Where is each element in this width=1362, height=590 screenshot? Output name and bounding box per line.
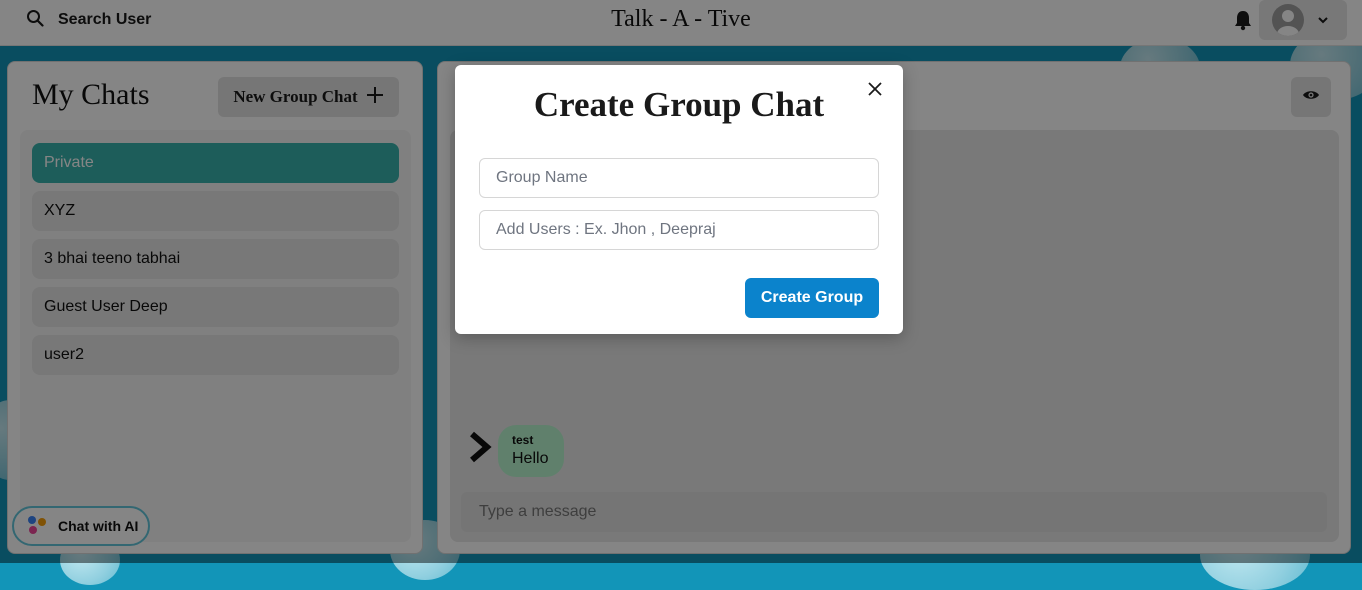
- add-users-input[interactable]: [479, 210, 879, 250]
- create-group-modal: Create Group Chat Create Group: [455, 65, 903, 334]
- close-icon[interactable]: [863, 77, 887, 101]
- group-name-input[interactable]: [479, 158, 879, 198]
- modal-title: Create Group Chat: [533, 85, 825, 124]
- create-group-button[interactable]: Create Group: [745, 278, 879, 318]
